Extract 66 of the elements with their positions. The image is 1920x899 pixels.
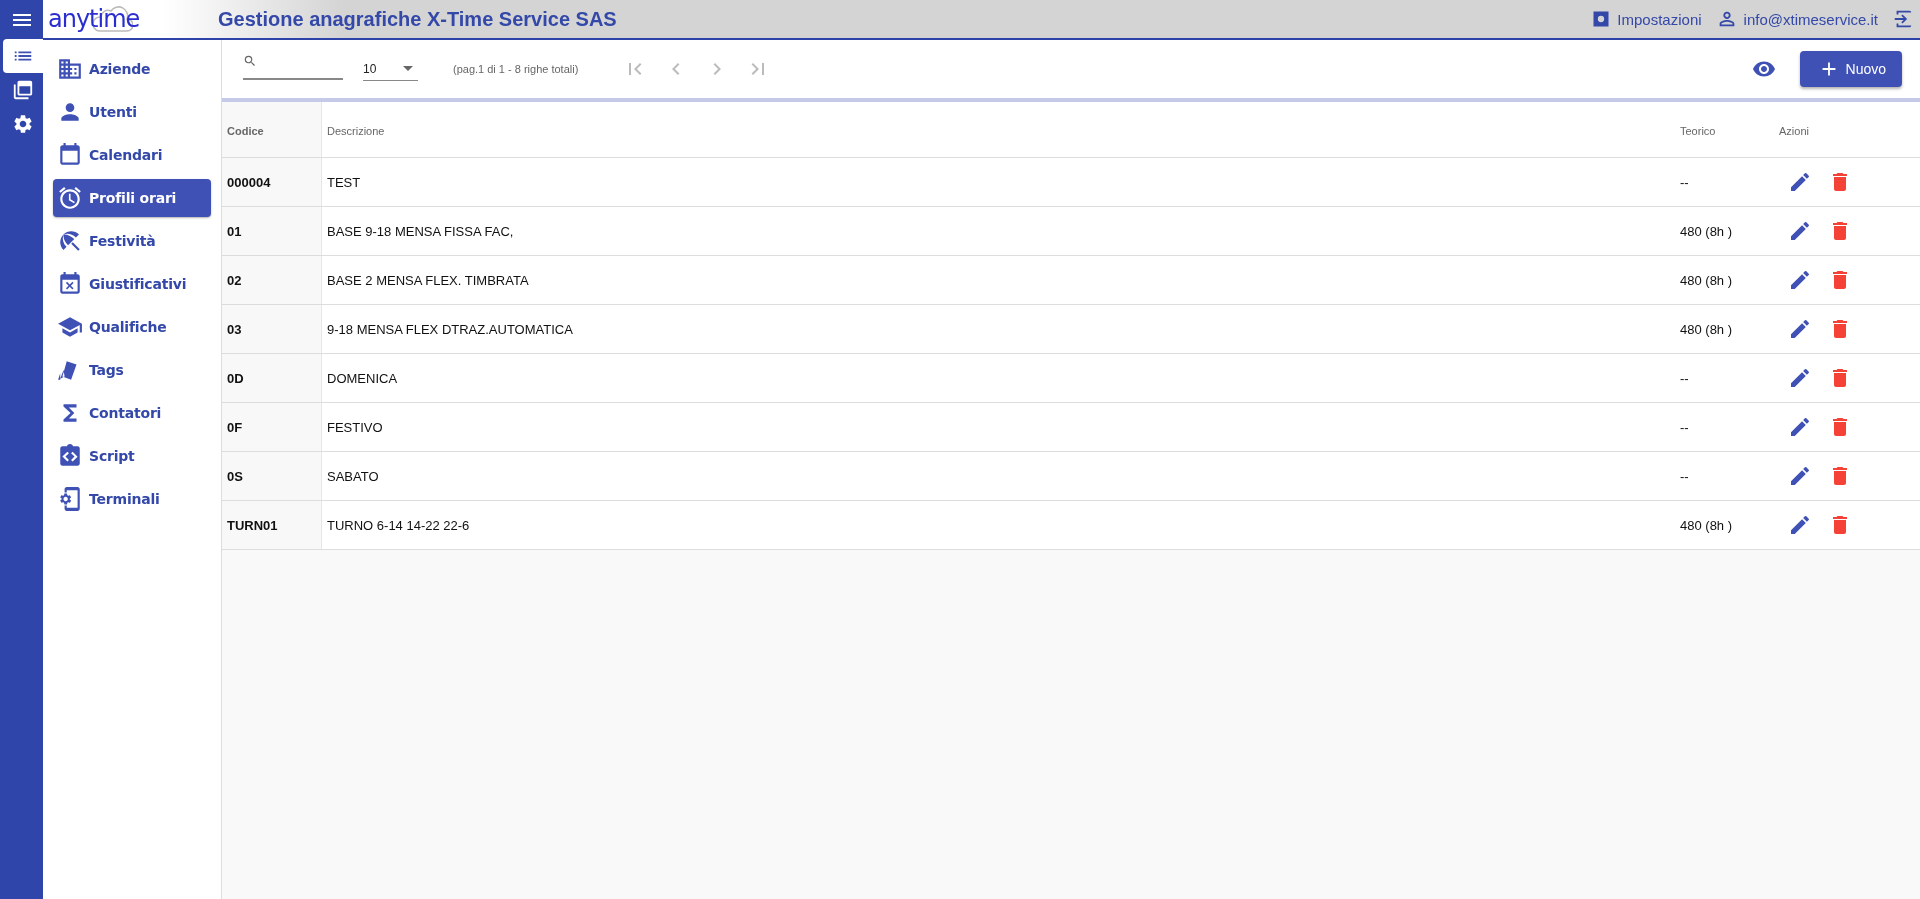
column-header: Teorico [1679, 123, 1717, 139]
table-cell-text: TURNO 6-14 14-22 22-6 [326, 516, 471, 535]
table-cell-text: -- [1679, 467, 1690, 486]
table-cell: 0F [222, 403, 322, 451]
page-title: Gestione anagrafiche X-Time Service SAS [218, 7, 618, 31]
column-header: Descrizione [326, 123, 386, 139]
table-cell: 000004 [222, 158, 322, 206]
settings-link[interactable]: Impostazioni [1617, 10, 1702, 28]
calendar-icon [57, 142, 83, 168]
nav-item[interactable]: Aziende [53, 50, 211, 88]
edit-icon[interactable] [1788, 464, 1812, 488]
nav-item[interactable]: Utenti [53, 93, 211, 131]
table-cell-text: 480 (8h ) [1679, 271, 1734, 290]
page-size-select[interactable]: 10 [363, 57, 418, 81]
app-logo: anytime [48, 4, 141, 35]
table-cell: 02 [222, 256, 322, 304]
table-cell-text: -- [1679, 173, 1690, 192]
nav-item[interactable]: Contatori [53, 394, 211, 432]
new-button[interactable]: Nuovo [1799, 51, 1902, 87]
page-info: (pag.1 di 1 - 8 righe totali) [453, 63, 580, 75]
dropdown-arrow-icon [403, 66, 413, 71]
table-cell-text: 480 (8h ) [1679, 516, 1734, 535]
edit-icon[interactable] [1788, 219, 1812, 243]
nav-item[interactable]: Festività [53, 222, 211, 260]
table-cell-text: TEST [326, 173, 362, 192]
logout-icon[interactable] [1892, 8, 1914, 30]
calendar-x-icon [57, 271, 83, 297]
table-cell-text: FESTIVO [326, 418, 384, 437]
edit-icon[interactable] [1788, 366, 1812, 390]
table-cell-text: DOMENICA [326, 369, 399, 388]
table-cell: 0D [222, 354, 322, 402]
code-clipboard-icon [57, 443, 83, 469]
table-cell: 01 [222, 207, 322, 255]
edit-icon[interactable] [1788, 268, 1812, 292]
search-field[interactable] [243, 54, 343, 80]
search-icon [243, 54, 257, 68]
rail-tab[interactable] [3, 39, 43, 73]
edit-icon[interactable] [1788, 513, 1812, 537]
nav-item[interactable]: Terminali [53, 480, 211, 518]
table-cell-text: -- [1679, 369, 1690, 388]
nav-item[interactable]: Profili orari [53, 179, 211, 217]
phone-gear-icon [57, 486, 83, 512]
nav-item[interactable]: Giustificativi [53, 265, 211, 303]
table-cell: TURN01 [222, 501, 322, 549]
stacked-windows-icon [12, 79, 34, 101]
alarm-clock-icon [57, 185, 83, 211]
table-cell: 03 [222, 305, 322, 353]
column-header: Codice [222, 102, 322, 157]
nav-item[interactable]: Script [53, 437, 211, 475]
table-cell-text: SABATO [326, 467, 380, 486]
table-cell-text: BASE 2 MENSA FLEX. TIMBRATA [326, 271, 530, 290]
table-cell-text: 9-18 MENSA FLEX DTRAZ.AUTOMATICA [326, 320, 574, 339]
table-cell-text: 480 (8h ) [1679, 320, 1734, 339]
nav-item[interactable]: Calendari [53, 136, 211, 174]
nav-item[interactable]: Tags [53, 351, 211, 389]
table-cell: 0S [222, 452, 322, 500]
column-header: Azioni [1778, 123, 1810, 139]
edit-icon[interactable] [1788, 170, 1812, 194]
table-cell-text: -- [1679, 418, 1690, 437]
table-cell-text: 480 (8h ) [1679, 222, 1734, 241]
edit-icon[interactable] [1788, 317, 1812, 341]
building-icon [57, 56, 83, 82]
nav-item[interactable]: Qualifiche [53, 308, 211, 346]
table-cell-text: BASE 9-18 MENSA FISSA FAC, [326, 222, 515, 241]
edit-icon[interactable] [1788, 415, 1812, 439]
user-email[interactable]: info@xtimeservice.it [1743, 10, 1878, 28]
